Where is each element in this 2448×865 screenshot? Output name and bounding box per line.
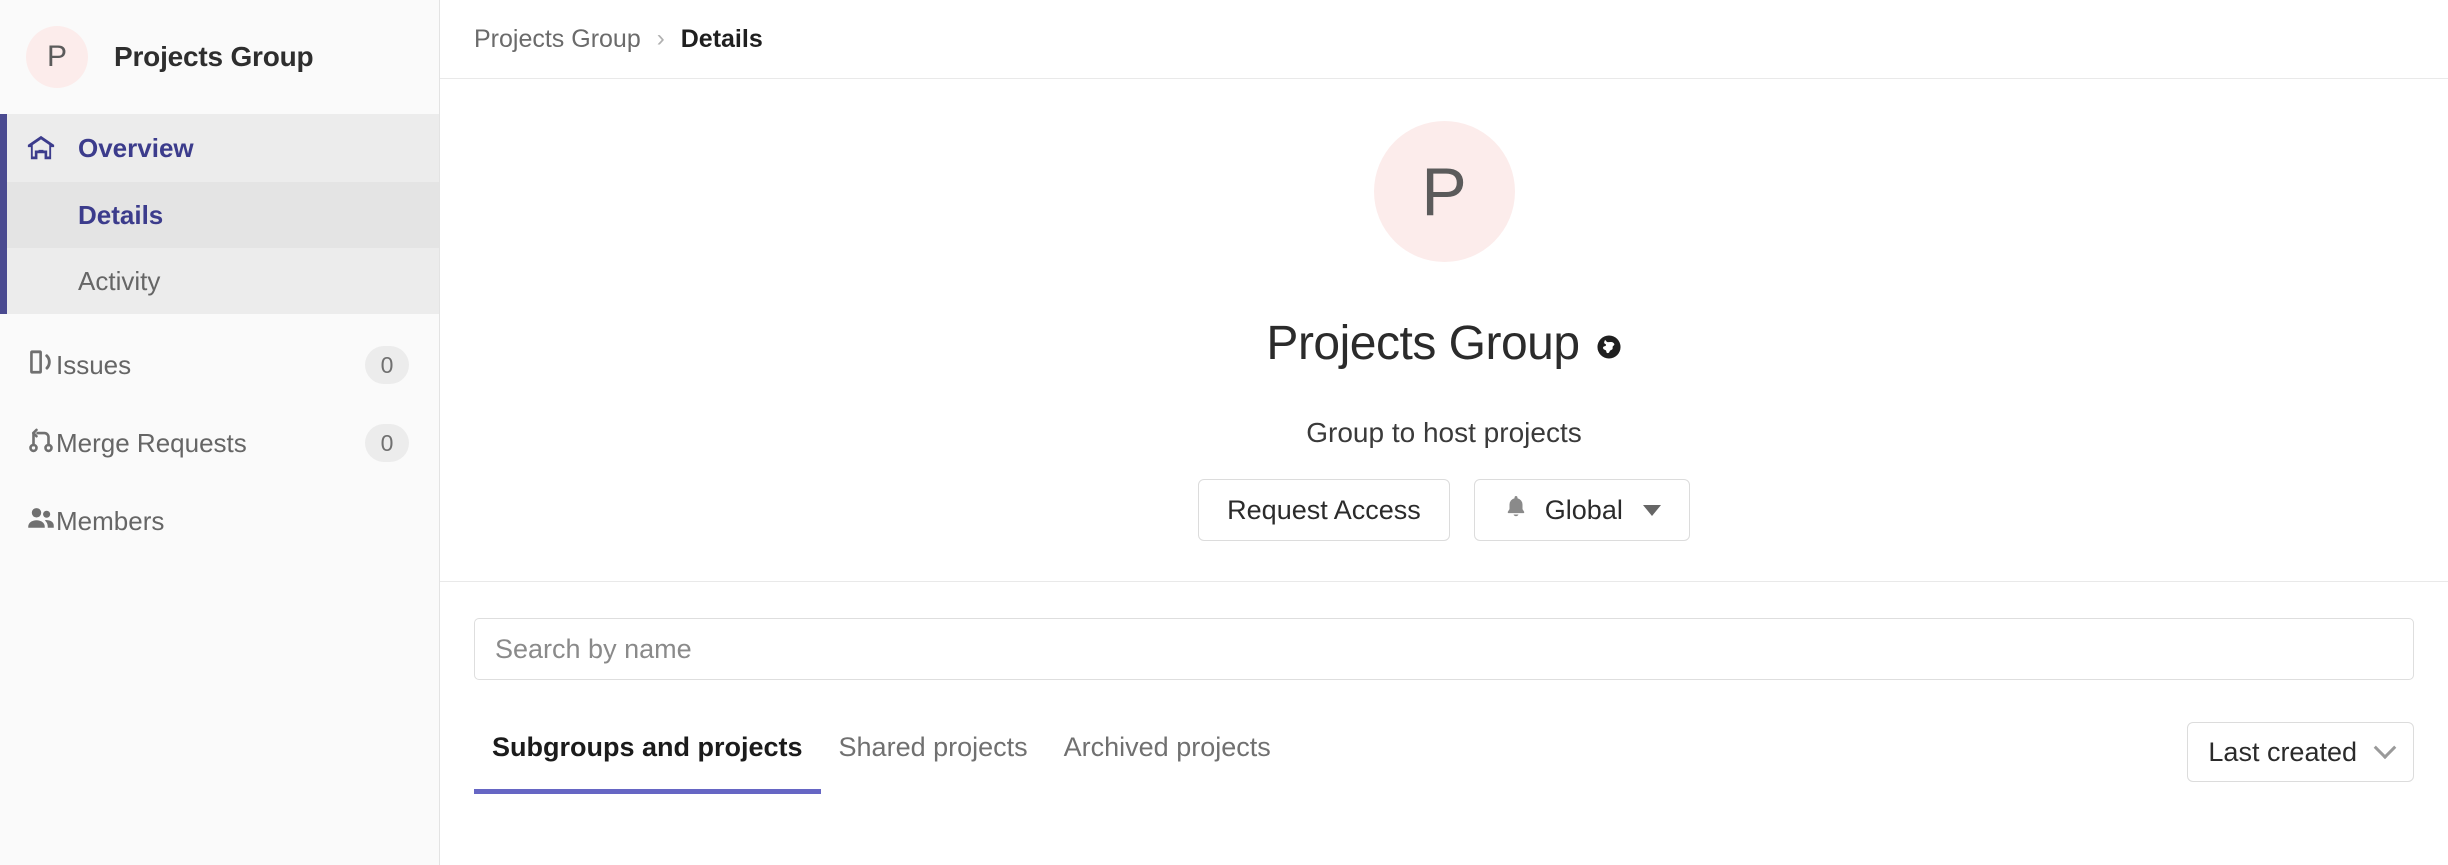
breadcrumb-current: Details [680, 24, 763, 53]
page-title: Projects Group [1266, 317, 1580, 371]
breadcrumb: Projects Group › Details [440, 0, 2448, 79]
main-content: Projects Group › Details P Projects Grou… [440, 0, 2448, 865]
tab-shared-projects-label: Shared projects [838, 732, 1028, 763]
sidebar-item-issues[interactable]: Issues 0 [0, 326, 439, 404]
members-icon [26, 503, 56, 540]
sidebar-secondary-nav: Issues 0 Merge Requests 0 Members [0, 314, 439, 560]
caret-down-icon [1642, 504, 1661, 516]
sidebar-item-activity-label: Activity [78, 265, 161, 296]
merge-request-icon [26, 425, 56, 462]
home-icon [26, 133, 60, 163]
sidebar-group-avatar: P [26, 26, 88, 88]
chevron-down-icon [2373, 736, 2397, 760]
sidebar-item-issues-count: 0 [365, 346, 409, 384]
search-input[interactable] [474, 618, 2414, 681]
sidebar-item-activity[interactable]: Activity [0, 248, 439, 314]
sidebar-section-overview: Overview Details Activity [0, 114, 439, 314]
sort-dropdown-label: Last created [2208, 736, 2357, 767]
sidebar-item-merge-requests-count: 0 [365, 424, 409, 462]
sidebar-item-issues-label: Issues [56, 349, 132, 380]
sidebar-item-merge-requests[interactable]: Merge Requests 0 [0, 404, 439, 482]
tab-shared-projects[interactable]: Shared projects [821, 718, 1046, 794]
sidebar-item-details[interactable]: Details [0, 182, 439, 248]
notification-dropdown-label: Global [1544, 494, 1623, 525]
breadcrumb-separator-icon: › [656, 25, 665, 52]
sidebar-item-members[interactable]: Members [0, 482, 439, 560]
sidebar-item-merge-requests-label: Merge Requests [56, 427, 247, 458]
tab-archived-projects[interactable]: Archived projects [1046, 718, 1289, 794]
request-access-button[interactable]: Request Access [1198, 479, 1450, 542]
issues-icon [26, 347, 56, 384]
globe-icon [1596, 334, 1622, 360]
sort-dropdown-button[interactable]: Last created [2187, 722, 2414, 783]
tab-archived-projects-label: Archived projects [1063, 732, 1271, 763]
group-description: Group to host projects [1306, 417, 1582, 449]
group-title-row: Projects Group [440, 284, 2448, 403]
notification-dropdown-button[interactable]: Global [1473, 479, 1690, 542]
group-avatar: P [1373, 121, 1515, 262]
sidebar: P Projects Group Overview Details Activi… [0, 0, 440, 865]
sidebar-item-details-label: Details [78, 199, 164, 230]
app-root: P Projects Group Overview Details Activi… [0, 0, 2448, 865]
sidebar-item-overview[interactable]: Overview [0, 114, 439, 182]
tabs: Subgroups and projects Shared projects A… [474, 718, 1289, 795]
bell-icon [1503, 494, 1529, 527]
tabs-bar: Subgroups and projects Shared projects A… [440, 718, 2448, 795]
sidebar-group-header[interactable]: P Projects Group [0, 0, 439, 114]
sidebar-item-overview-label: Overview [78, 132, 194, 163]
search-section [440, 582, 2448, 681]
breadcrumb-root-link[interactable]: Projects Group [474, 25, 641, 54]
group-home-panel: P Projects Group Group to host projects … [440, 79, 2448, 583]
group-actions: Request Access Global [440, 479, 2448, 542]
sidebar-item-members-label: Members [56, 505, 165, 536]
tab-subgroups-and-projects-label: Subgroups and projects [492, 732, 803, 763]
sidebar-group-name: Projects Group [114, 41, 314, 72]
tab-subgroups-and-projects[interactable]: Subgroups and projects [474, 718, 821, 795]
